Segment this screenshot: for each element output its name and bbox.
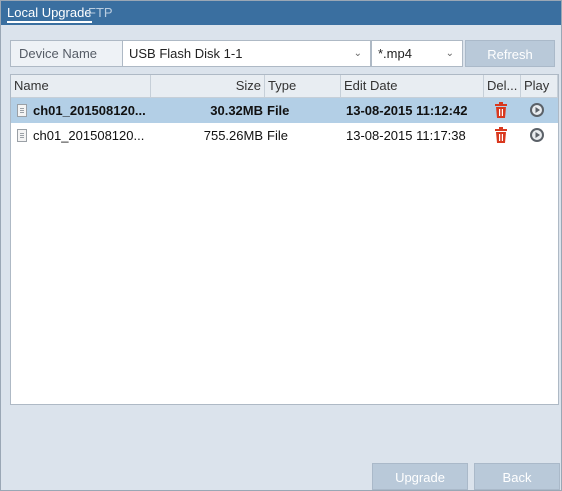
device-select[interactable]: USB Flash Disk 1-1 ⌄ <box>122 40 371 67</box>
column-type[interactable]: Type <box>265 75 341 97</box>
upgrade-button[interactable]: Upgrade <box>372 463 468 490</box>
column-size[interactable]: Size <box>151 75 265 97</box>
trash-icon[interactable] <box>494 127 508 148</box>
tab-ftp[interactable]: FTP <box>88 1 113 25</box>
column-name[interactable]: Name <box>11 75 151 97</box>
file-icon <box>17 104 27 117</box>
device-select-value: USB Flash Disk 1-1 <box>129 46 243 61</box>
trash-icon[interactable] <box>494 102 508 123</box>
file-edit-date: 13-08-2015 11:17:38 <box>346 128 466 143</box>
file-type-value: *.mp4 <box>378 46 412 61</box>
back-button[interactable]: Back <box>474 463 560 490</box>
table-row[interactable]: ch01_201508120... 755.26MB File 13-08-20… <box>11 123 558 148</box>
file-type: File <box>267 128 288 143</box>
table-header: Name Size Type Edit Date Del... Play <box>11 75 558 98</box>
column-play[interactable]: Play <box>521 75 558 97</box>
device-name-label: Device Name <box>10 40 124 67</box>
file-type: File <box>267 103 290 118</box>
refresh-button[interactable]: Refresh <box>465 40 555 67</box>
play-icon[interactable] <box>529 127 545 148</box>
file-type-select[interactable]: *.mp4 ⌄ <box>371 40 463 67</box>
chevron-down-icon: ⌄ <box>445 48 454 59</box>
tab-local-upgrade[interactable]: Local Upgrade <box>7 1 92 25</box>
local-upgrade-window: Local Upgrade FTP Device Name USB Flash … <box>0 0 562 491</box>
column-delete[interactable]: Del... <box>484 75 521 97</box>
file-size: 30.32MB <box>210 103 263 118</box>
column-edit-date[interactable]: Edit Date <box>341 75 484 97</box>
file-table: Name Size Type Edit Date Del... Play ch0… <box>10 74 559 405</box>
file-icon <box>17 129 27 142</box>
play-icon[interactable] <box>529 102 545 123</box>
file-size: 755.26MB <box>203 128 263 143</box>
file-edit-date: 13-08-2015 11:12:42 <box>346 103 468 118</box>
table-row[interactable]: ch01_201508120... 30.32MB File 13-08-201… <box>11 98 558 123</box>
file-name: ch01_201508120... <box>33 103 146 118</box>
chevron-down-icon: ⌄ <box>353 48 362 59</box>
tab-bar: Local Upgrade FTP <box>1 1 561 25</box>
file-name: ch01_201508120... <box>33 128 145 143</box>
